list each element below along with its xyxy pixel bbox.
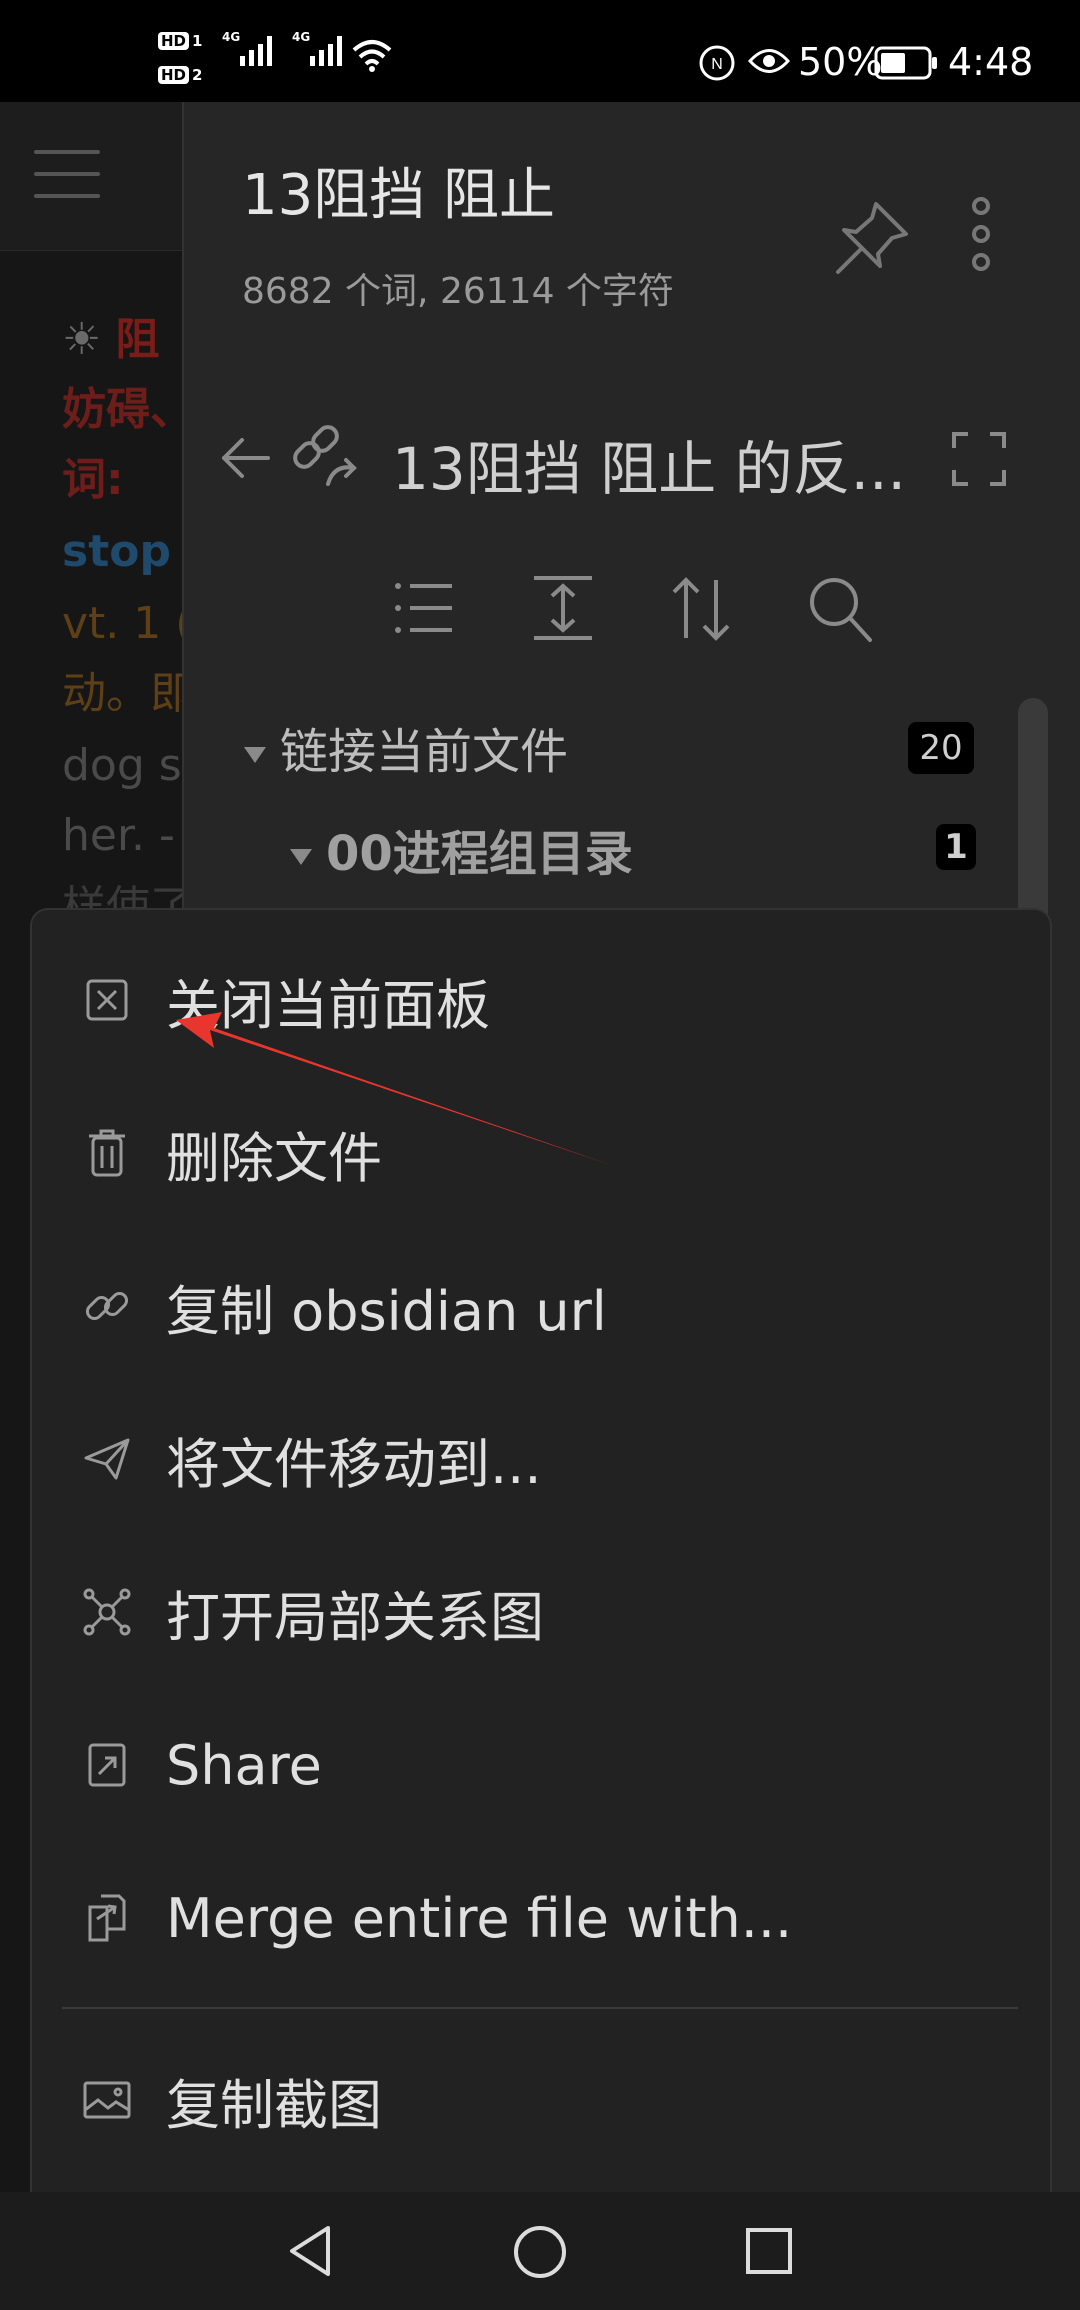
sort-icon[interactable] [666,574,736,644]
menu-item-delete-file[interactable]: 删除文件 [32,1077,1022,1229]
collapse-triangle-icon[interactable] [244,747,266,763]
menu-item-local-graph[interactable]: 打开局部关系图 [32,1536,1022,1688]
pin-icon[interactable] [830,196,914,280]
menu-item-copy-screenshot[interactable]: 复制截图 [32,2024,1022,2176]
hd-indicator-1: HD 1 [158,32,202,50]
tree-item-linked-files[interactable]: 链接当前文件 [244,712,568,782]
count-badge: 20 [908,722,974,774]
menu-icon[interactable] [34,150,100,198]
wifi-icon [352,40,392,72]
link-icon [74,1273,140,1339]
collapse-triangle-icon[interactable] [290,849,312,865]
menu-item-merge-file[interactable]: Merge entire file with... [32,1842,1022,1994]
count-badge: 1 [936,824,976,870]
recents-square-icon[interactable] [744,2226,794,2276]
share-icon [74,1732,140,1798]
home-circle-icon[interactable] [512,2224,568,2280]
system-navigation-bar [0,2192,1080,2310]
svg-text:N: N [711,56,723,73]
battery-icon [874,46,937,80]
eye-icon [748,49,790,73]
battery-percent: 50% [798,40,883,84]
list-icon[interactable] [392,578,456,638]
merge-file-icon [74,1885,140,1951]
signal-icon-1: 4G [222,30,272,66]
graph-icon [74,1579,140,1645]
status-bar: HD 1 HD 2 4G 4G N 50% 4:48 [0,0,1080,102]
menu-item-close-pane[interactable]: 关闭当前面板 [32,924,1022,1076]
clock: 4:48 [948,40,1034,84]
trash-icon [74,1120,140,1186]
signal-icon-2: 4G [292,30,342,66]
editor-line: stop [62,526,171,577]
menu-item-share[interactable]: Share [32,1689,1022,1841]
close-square-icon [74,967,140,1033]
send-icon [74,1426,140,1492]
back-arrow-icon[interactable] [218,432,274,484]
back-triangle-icon[interactable] [286,2224,334,2278]
collapse-expand-icon[interactable] [530,574,596,642]
editor-line: 动。即 [62,668,194,719]
image-icon [74,2067,140,2133]
sidebar-file-title: 13阻挡 阻止 [242,163,556,228]
editor-line: 妨碍、 [62,384,194,435]
tree-item-folder[interactable]: 00进程组目录 [290,814,633,884]
editor-line: her. - [62,810,175,861]
sidebar-scrollbar[interactable] [1018,698,1048,928]
more-options-icon[interactable] [966,196,996,272]
sidebar-word-count: 8682 个词, 26114 个字符 [242,271,674,312]
menu-item-copy-url[interactable]: 复制 obsidian url [32,1230,1022,1382]
editor-line: ☀ 阻 [62,314,160,365]
nfc-icon: N [699,45,735,81]
editor-line: dog s [62,740,182,791]
editor-line: 词: [62,454,124,505]
menu-item-move-file[interactable]: 将文件移动到... [32,1383,1022,1535]
hd-indicator-2: HD 2 [158,66,202,84]
backlink-icon [293,425,357,486]
expand-icon[interactable] [950,430,1008,488]
menu-divider [62,2007,1018,2009]
editor-line: vt. 1 ( [62,598,193,649]
backlinks-pane-title: 13阻挡 阻止 的反... [392,435,906,503]
search-icon[interactable] [806,574,874,644]
